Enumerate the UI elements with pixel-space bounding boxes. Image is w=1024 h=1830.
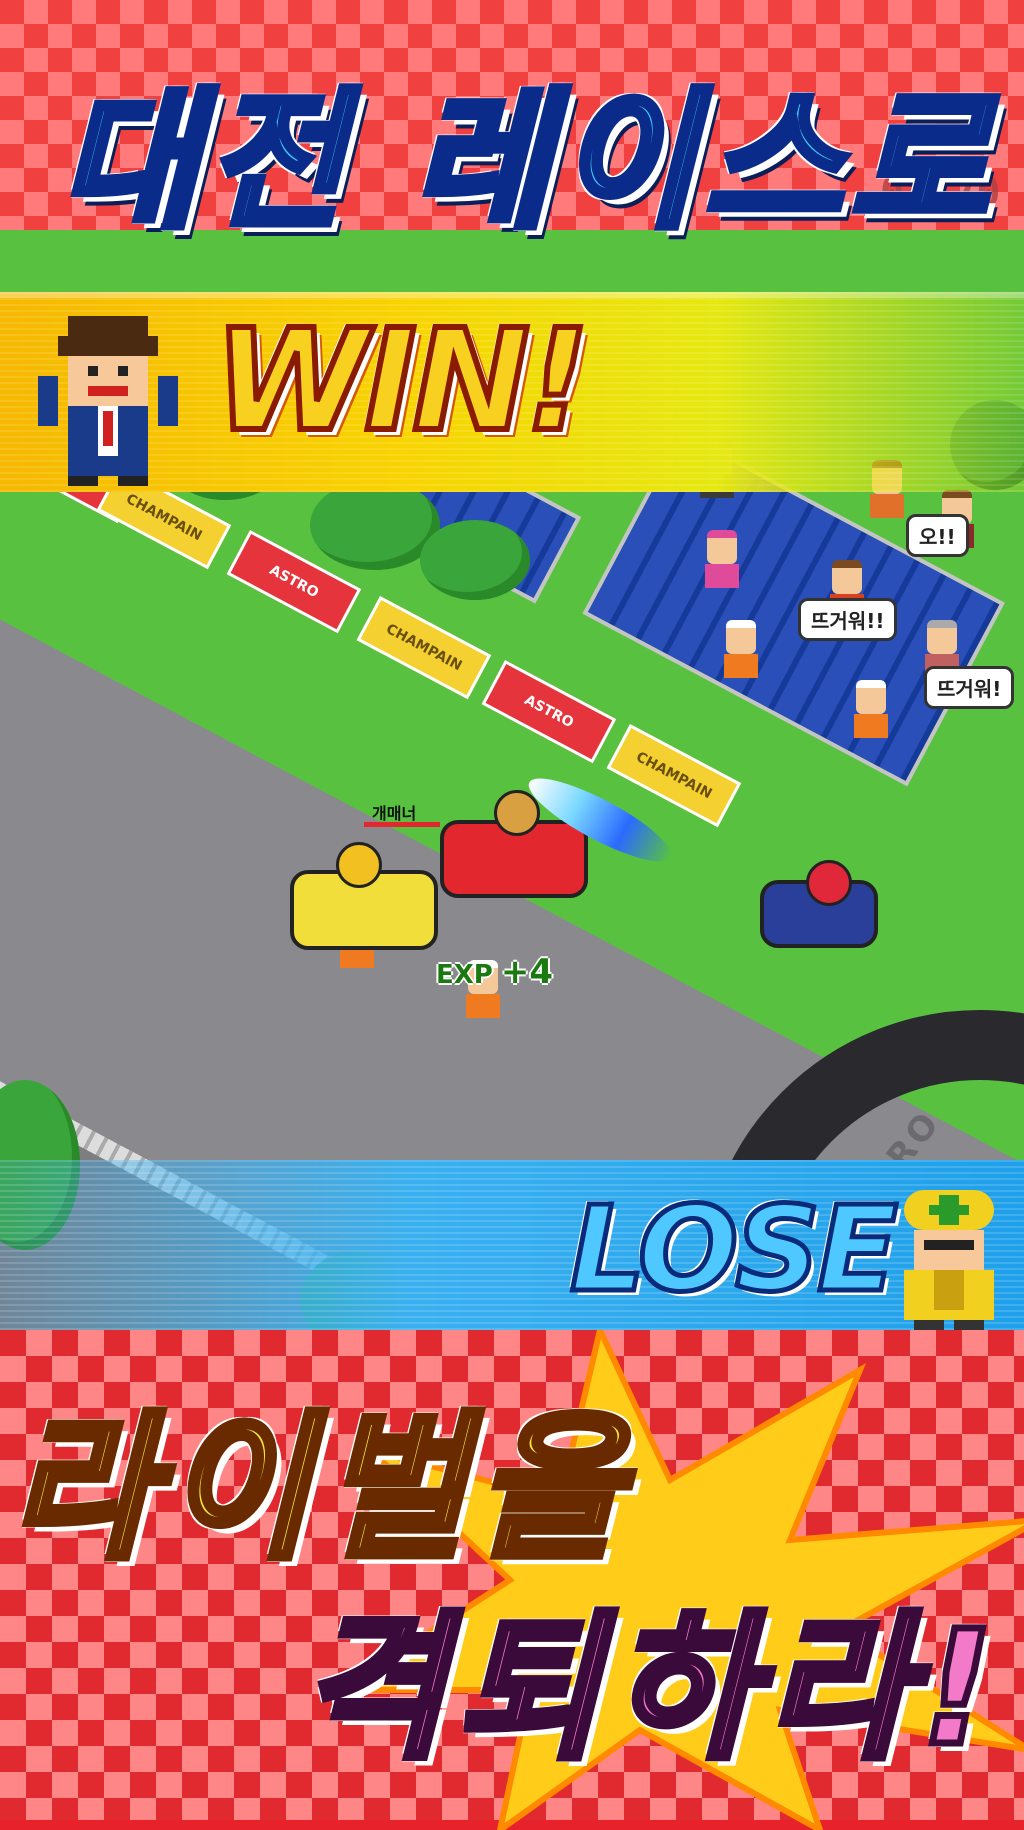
win-label: WIN! xyxy=(211,297,593,466)
track-banner-champ-2: CHAMPAIN xyxy=(356,596,492,700)
loser-character-icon xyxy=(904,1190,994,1340)
speech-bubble-hot-1: 뜨거워!! xyxy=(798,598,898,641)
marshal xyxy=(724,620,758,678)
exp-value: +4 xyxy=(500,952,554,992)
marshal xyxy=(854,680,888,738)
rival-driver xyxy=(336,842,382,888)
player-driver xyxy=(494,790,540,836)
winner-character-icon xyxy=(38,316,178,486)
exp-label: EXP xyxy=(436,960,493,990)
speech-bubble-hot-2: 뜨거워! xyxy=(924,666,1015,709)
spectator xyxy=(705,530,739,588)
track-banner-astro-3: ASTRO xyxy=(481,660,617,764)
headline-defeat: 격퇴하라! xyxy=(297,1594,1004,1785)
headline-rival: 라이벌을 xyxy=(6,1394,632,1585)
rival-name-tag: 개매너 xyxy=(372,804,417,823)
rival-driver-2 xyxy=(806,860,852,906)
speech-bubble-oh: 오!! xyxy=(906,514,969,557)
headline-top: 대전 레이스로 xyxy=(56,72,997,253)
rival-health-bar xyxy=(364,822,440,827)
exp-gain-popup: EXP +4 xyxy=(436,952,553,992)
lose-label: LOSE xyxy=(568,1178,901,1321)
tree xyxy=(420,520,530,600)
